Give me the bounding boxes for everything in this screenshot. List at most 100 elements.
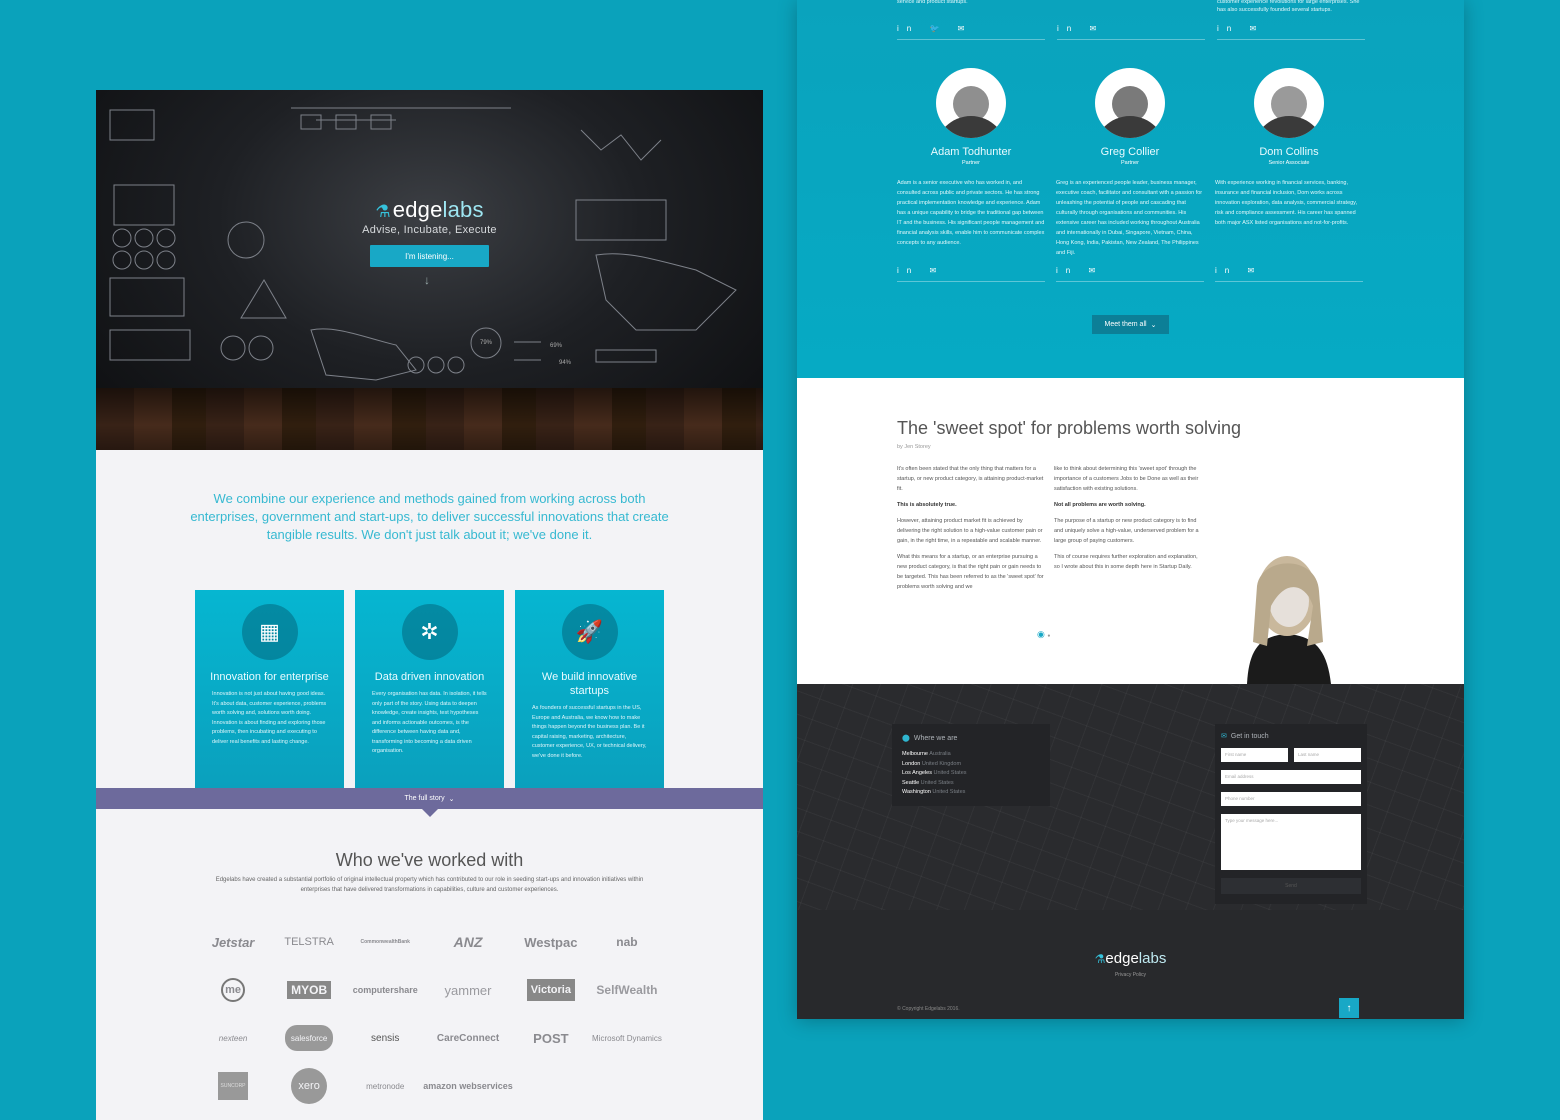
client-logo: salesforce xyxy=(284,1025,334,1051)
hero-tagline: Advise, Incubate, Execute xyxy=(362,224,497,236)
back-to-top-button[interactable]: ↑ xyxy=(1339,998,1359,1018)
hero-section: 79% 69% 94% ⚗edgelabs Advise, Incubate, … xyxy=(96,90,763,450)
building-icon: ▦ xyxy=(241,604,298,660)
chalkboard-doodles xyxy=(109,107,737,381)
clients-description: Edgelabs have created a substantial port… xyxy=(215,877,644,893)
mail-icon[interactable]: ✉ xyxy=(1089,24,1104,33)
im-listening-button[interactable]: I'm listening... xyxy=(370,245,489,267)
card-text: Innovation is not just about having good… xyxy=(212,691,327,745)
chalk-percent-3: 94% xyxy=(559,360,572,366)
client-logo: nab xyxy=(616,935,638,949)
full-story-label: The full story xyxy=(404,795,445,802)
blog-paragraph: Not all problems are worth solving. xyxy=(1054,502,1146,508)
full-story-bar[interactable]: The full story ⌄ xyxy=(96,788,763,817)
card-text: As founders of successful startups in th… xyxy=(532,705,647,759)
blog-paragraph: What this means for a startup, or an ent… xyxy=(897,554,1044,590)
mail-icon[interactable]: ✉ xyxy=(958,24,973,33)
client-logo: metronode xyxy=(366,1081,405,1091)
mail-icon[interactable]: ✉ xyxy=(1249,24,1264,33)
avatar[interactable] xyxy=(1095,68,1165,138)
linkedin-icon[interactable]: in xyxy=(1217,24,1239,33)
client-logo: TELSTRA xyxy=(284,936,334,948)
member-bio: Greg is an experienced people leader, bu… xyxy=(1056,180,1203,256)
copyright-text: © Copyright Edgelabs 2016. xyxy=(897,1006,960,1012)
client-logo: Jetstar xyxy=(211,934,255,950)
clients-title: Who we've worked with xyxy=(335,850,524,870)
email-field[interactable]: Email address xyxy=(1221,770,1361,784)
client-logo: amazon webservices xyxy=(423,1081,513,1091)
client-logo: SelfWealth xyxy=(596,983,658,997)
hero-logo[interactable]: ⚗edgelabs xyxy=(96,197,763,223)
flask-icon: ⚗ xyxy=(375,202,391,221)
client-logo: POST xyxy=(533,1030,569,1046)
team-col: in ✉ xyxy=(1057,0,1205,40)
contact-form: ✉ Get in touch First name Last name Email… xyxy=(1215,724,1367,904)
meet-them-all-button[interactable]: Meet them all ⌄ xyxy=(1092,315,1169,334)
client-logo: MYOB xyxy=(287,981,332,999)
message-field[interactable]: Type your message here... xyxy=(1221,814,1361,870)
blog-byline: by Jen Storey xyxy=(897,444,931,450)
mail-icon[interactable]: ✉ xyxy=(1088,266,1103,275)
social-links[interactable]: in 🐦 ✉ xyxy=(897,24,1045,33)
blog-paragraph: This of course requires further explorat… xyxy=(1054,554,1198,570)
member-role: Senior Associate xyxy=(1268,160,1310,166)
linkedin-icon[interactable]: in xyxy=(1215,266,1237,275)
where-we-are-box: ⬤ Where we are Melbourne Australia London… xyxy=(892,724,1050,806)
office-line: Los Angeles United States xyxy=(902,770,967,776)
linkedin-icon[interactable]: in xyxy=(897,24,919,33)
phone-field[interactable]: Phone number xyxy=(1221,792,1361,806)
avatar[interactable] xyxy=(936,68,1006,138)
meet-them-all-label: Meet them all xyxy=(1104,321,1147,328)
linkedin-icon[interactable]: in xyxy=(1056,266,1078,275)
blog-title[interactable]: The 'sweet spot' for problems worth solv… xyxy=(897,418,1241,439)
client-logo: Victoria xyxy=(526,979,575,1001)
mail-icon[interactable]: ✉ xyxy=(1247,266,1262,275)
member-name: Dom Collins xyxy=(1259,146,1319,158)
team-member: Dom Collins Senior Associate With experi… xyxy=(1215,68,1363,282)
mail-icon[interactable]: ✉ xyxy=(929,266,944,275)
client-logo: sensis xyxy=(371,1032,400,1044)
social-links[interactable]: in ✉ xyxy=(1057,24,1205,33)
social-links[interactable]: in ✉ xyxy=(897,266,1045,282)
social-links[interactable]: in ✉ xyxy=(1215,266,1363,282)
twitter-icon[interactable]: 🐦 xyxy=(929,24,947,33)
blog-paragraph: It's often been stated that the only thi… xyxy=(897,466,1044,492)
card-data[interactable]: ✲ Data driven innovation Every organisat… xyxy=(355,590,504,788)
logo-prefix: edge xyxy=(392,197,443,222)
social-links[interactable]: in ✉ xyxy=(1217,24,1365,33)
where-title: ⬤ Where we are xyxy=(902,735,958,742)
client-logo: me xyxy=(221,978,246,1002)
bio-tail xyxy=(1057,0,1205,24)
homepage-bottom-mockup: service and product startups. in 🐦 ✉ in … xyxy=(797,0,1464,1019)
bio-tail: service and product startups. xyxy=(897,0,968,5)
linkedin-icon[interactable]: in xyxy=(1057,24,1079,33)
client-logo: computershare xyxy=(352,985,418,995)
send-button[interactable]: Send xyxy=(1221,878,1361,894)
network-icon: ✲ xyxy=(401,604,458,660)
avatar[interactable] xyxy=(1254,68,1324,138)
chalk-percent-2: 69% xyxy=(550,343,563,349)
logo-suffix: labs xyxy=(442,197,484,222)
carousel-dots[interactable]: ◉ ● xyxy=(1037,629,1050,640)
scroll-down-icon[interactable]: ↓ xyxy=(424,273,430,287)
rocket-icon: 🚀 xyxy=(561,604,618,660)
team-col: customer experience revolutions for larg… xyxy=(1217,0,1365,40)
service-cards: ▦ Innovation for enterprise Innovation i… xyxy=(195,590,664,788)
card-startups[interactable]: 🚀 We build innovative startups As founde… xyxy=(515,590,664,788)
office-line: Melbourne Australia xyxy=(902,751,951,757)
last-name-field[interactable]: Last name xyxy=(1294,748,1361,762)
team-section: service and product startups. in 🐦 ✉ in … xyxy=(797,0,1464,378)
first-name-field[interactable]: First name xyxy=(1221,748,1288,762)
footer-logo[interactable]: ⚗edgelabs xyxy=(797,950,1464,967)
card-enterprise[interactable]: ▦ Innovation for enterprise Innovation i… xyxy=(195,590,344,788)
client-logo: SUNCORP xyxy=(218,1072,249,1100)
mail-icon: ✉ xyxy=(1221,733,1227,740)
social-links[interactable]: in ✉ xyxy=(1056,266,1204,282)
member-role: Partner xyxy=(961,160,981,166)
member-bio: Adam is a senior executive who has worke… xyxy=(897,180,1045,246)
chalk-percent-1: 79% xyxy=(480,340,493,346)
client-logo: Microsoft Dynamics xyxy=(592,1033,662,1043)
arrow-up-icon: ↑ xyxy=(1346,1002,1352,1014)
linkedin-icon[interactable]: in xyxy=(897,266,919,275)
privacy-policy-link[interactable]: Privacy Policy xyxy=(797,972,1464,978)
